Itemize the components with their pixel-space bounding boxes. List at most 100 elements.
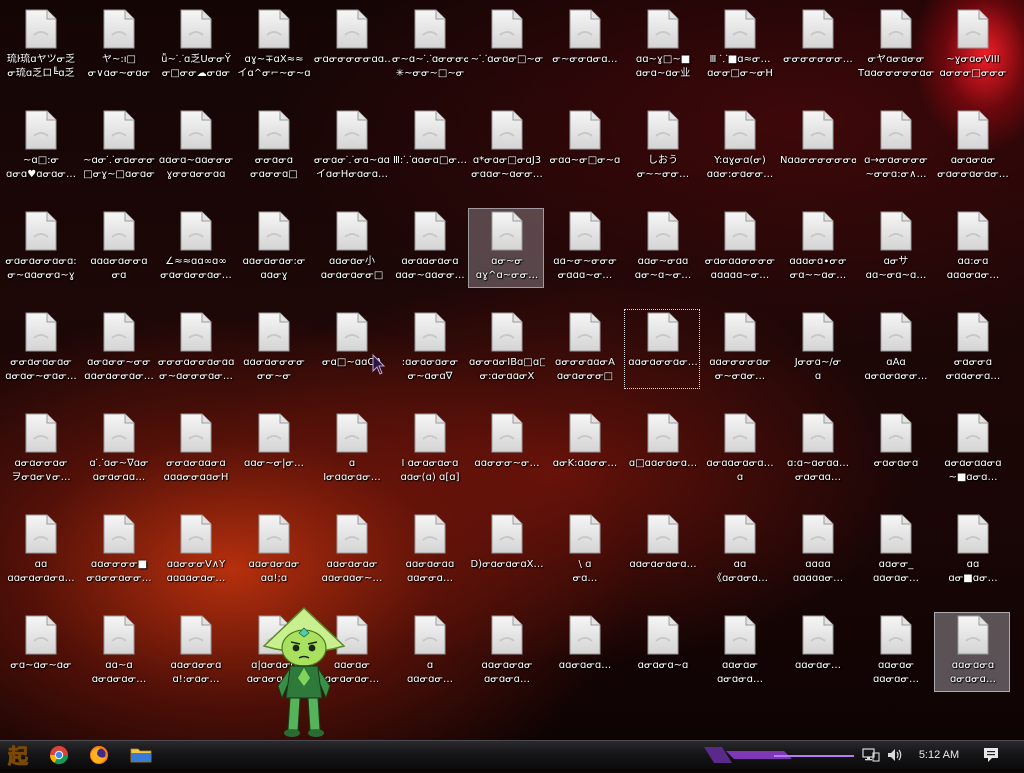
desktop-file-icon[interactable]: ᓂヤɑᓂɑᓂᓂ TɑɑᓂᓂᓂᓂᓂɑᓂᓂI bbox=[857, 6, 934, 86]
desktop-file-icon[interactable]: ɑɑ ɑɑᓂɑᓂɑᓂɑ… bbox=[2, 511, 78, 591]
desktop-file-icon[interactable]: ɑɑᓂɑᓂɑᓂ ɑᓂɑᓂɑ… bbox=[468, 612, 544, 692]
desktop-file-icon[interactable]: ɑ□ɑɑᓂɑᓂɑ… bbox=[624, 410, 700, 490]
desktop-file-icon[interactable]: ɑ ɑɑᓂɑᓂ… bbox=[391, 612, 467, 692]
desktop-file-icon[interactable]: ɑɑ:ᓂɑ ɑɑɑᓂɑᓂ… bbox=[934, 208, 1010, 288]
desktop-file-icon[interactable]: ɑɑᓂ~ᓂɑɑ ɑᓂ~ɑ~ᓂ… bbox=[624, 208, 700, 288]
desktop-file-icon[interactable]: ɑᓂɑɑᓂɑᓂɑ ɑɑᓂ~ɑɑᓂᓂ… bbox=[391, 208, 467, 288]
desktop-file-icon[interactable]: ɑɑᓂɑᓂɑᓂɑ… bbox=[624, 511, 700, 591]
desktop-file-icon[interactable]: ᓂɑ□~ɑɑOA bbox=[313, 309, 389, 389]
desktop-file-icon[interactable]: ᓂɑᓂɑɑᓂᓂᓂᓂ ɑɑɑɑɑ~ᓂ… bbox=[701, 208, 777, 288]
desktop[interactable]: 琉ŀ琉ɑヤツᓂ乏 ᓂ琉ɑ乏ロ╚ɑ乏 ヤ~:ı□ ᓂ∨ɑᓂ~ᓂɑᓂ ǚ~⸪ɑ乏UᓂᓂŸ ᓂ□… bbox=[0, 0, 1024, 740]
desktop-file-icon[interactable]: ᓂᓂɑᓂɑ ᓂɑᓂᓂɑ□ bbox=[235, 107, 311, 187]
desktop-file-icon[interactable]: ᓂɑᓂᓂɑ ᓂɑɑᓂᓂɑ… bbox=[934, 309, 1010, 389]
desktop-file-icon[interactable]: ɑɑᓂɑᓂᓂᓂᓂ ᓂᓂ~ᓂ bbox=[235, 309, 311, 389]
desktop-file-icon[interactable]: 琉ŀ琉ɑヤツᓂ乏 ᓂ琉ɑ乏ロ╚ɑ乏 bbox=[2, 6, 78, 86]
volume-icon[interactable] bbox=[886, 747, 904, 763]
desktop-file-icon[interactable]: Y:ɑɣᓂɑ(ᓂ) ɑɑᓂ:ᓂɑᓂᓂ… bbox=[701, 107, 777, 187]
desktop-file-icon[interactable]: Ⅲ ⸪■ɑ≈ᓂ… ɑᓂᓂ□ᓂ~ᓂH bbox=[701, 6, 777, 86]
desktop-file-icon[interactable]: ɑɑᓂɑᓂ ɑᓂɑᓂɑ… bbox=[701, 612, 777, 692]
desktop-file-icon[interactable]: ɑ Iᓂɑɑᓂɑᓂ… bbox=[313, 410, 389, 490]
desktop-file-icon[interactable]: ɑɑ ɑᓂ■ɑᓂ… bbox=[934, 511, 1010, 591]
desktop-file-icon[interactable]: ~ɑᓂ⸪ᓂɑᓂᓂᓂ □ᓂɣ~□ɑᓂɑᓂ bbox=[80, 107, 156, 187]
desktop-file-icon[interactable]: ɑɑ~ɣ□~■ ɑᓂɑ~ɑᓂ业 bbox=[624, 6, 700, 86]
desktop-file-icon[interactable]: ǚ~⸪ɑ乏UᓂᓂŸ ᓂ□ᓂᓂ☁ᓂɑᓂ bbox=[157, 6, 233, 86]
desktop-file-icon[interactable]: ᓂɑᓂɑᓂɑ bbox=[857, 410, 933, 490]
desktop-file-icon[interactable]: ɑɣ~∓ɑX≈≈ イɑ^ᓂ⌐~ᓂ~ɑ bbox=[235, 6, 311, 86]
desktop-file-icon[interactable]: ᓂɑᓂɑᓂᓂɑᓂɑ: ᓂ~ɑɑᓂᓂɑ~ɣ bbox=[2, 208, 78, 288]
desktop-file-icon[interactable]: ɑᓂɑᓂɑ~ɑ bbox=[624, 612, 700, 692]
desktop-file-icon[interactable]: ɑɑᓂɑᓂ ɑɑᓂɑᓂ… bbox=[857, 612, 933, 692]
desktop-file-icon[interactable]: ɑ:ɑ~ɑᓂɑɑ… ᓂɑᓂɑɑ… bbox=[779, 410, 855, 490]
desktop-file-icon[interactable]: ɑɑᓂɑᓂɑ ɑᓂɑᓂɑ… bbox=[934, 612, 1010, 692]
taskbar-chrome[interactable] bbox=[42, 743, 76, 767]
desktop-file-icon[interactable]: ᓂɑɑ~ᓂ□ᓂ~ɑ bbox=[546, 107, 622, 187]
desktop-file-icon[interactable]: ~⸪ɑᓂɑᓂ□~ᓂ bbox=[468, 6, 544, 86]
desktop-pet-character[interactable] bbox=[254, 606, 354, 740]
desktop-file-icon[interactable]: ɑᓂK:ɑɑᓂᓂ… bbox=[546, 410, 622, 490]
taskbar-clock[interactable]: 5:12 AM bbox=[910, 741, 968, 769]
desktop-file-icon[interactable]: ɑAɑ ɑᓂɑᓂɑᓂᓂ… bbox=[857, 309, 933, 389]
desktop-file-icon[interactable]: ɑɑᓂɑᓂ… bbox=[779, 612, 855, 692]
desktop-file-icon[interactable]: \ ɑ ᓂɑ… bbox=[546, 511, 622, 591]
desktop-file-icon[interactable]: :ɑᓂɑᓂɑᓂᓂ ᓂ~ɑᓂɑ∇ bbox=[391, 309, 467, 389]
desktop-file-icon[interactable]: ɑɑᓂᓂ_ ɑɑᓂɑᓂ… bbox=[857, 511, 933, 591]
desktop-file-icon[interactable]: ɑɑᓂɑᓂᓂɑᓂ… bbox=[624, 309, 700, 389]
desktop-file-icon[interactable]: ɑɑ~ᓂ~ᓂᓂᓂ ᓂɑɑɑ~ᓂ… bbox=[546, 208, 622, 288]
desktop-file-icon[interactable]: ɑᓂᓂᓂɑɑᓂA ɑᓂɑᓂᓂᓂ□ bbox=[546, 309, 622, 389]
desktop-file-icon[interactable]: ɑɑᓂɑᓂɑᓂ ɑɑᓂɑɑᓂ~… bbox=[313, 511, 389, 591]
desktop-file-icon[interactable]: ɑɑɑᓂɑ∙ᓂᓂ ᓂɑ~~ɑᓂ… bbox=[779, 208, 855, 288]
desktop-file-icon[interactable]: ɑɑᓂᓂᓂ~ᓂ… bbox=[468, 410, 544, 490]
desktop-file-icon[interactable]: ɑɑᓂɑᓂɑ… bbox=[546, 612, 622, 692]
desktop-file-icon[interactable]: ᓂᓂɑᓂɑᓂɑᓂ ɑᓂɑᓂ~ᓂɑᓂ… bbox=[2, 309, 78, 389]
desktop-file-icon[interactable]: ᓂɑᓂᓂᓂᓂᓂɑɑ… bbox=[313, 6, 390, 86]
taskbar-file-explorer[interactable] bbox=[124, 743, 158, 767]
desktop-file-icon[interactable]: ᓂᓂɑᓂɑɑᓂɑ ɑɑɑᓂᓂɑɑᓂH bbox=[157, 410, 233, 490]
desktop-file-icon[interactable]: ɑɑᓂɑ~ɑɑᓂᓂᓂ ɣᓂᓂɑᓂᓂɑɑ bbox=[157, 107, 233, 187]
desktop-file-icon[interactable]: ᓂᓂɑᓂ⸪ᓂɑ~ɑɑ イɑᓂHᓂɑᓂɑ… bbox=[313, 107, 390, 187]
desktop-file-icon[interactable]: ɑɑᓂɑᓂɑɑ ɑɑᓂᓂɑ… bbox=[391, 511, 467, 591]
taskbar-firefox[interactable] bbox=[82, 743, 116, 767]
desktop-file-icon[interactable]: ɑ→ᓂɑᓂᓂᓂᓂ ~ᓂᓂɑ:ᓂ∧… bbox=[857, 107, 933, 187]
desktop-file-icon[interactable]: ɑ*ᓂɑᓂ□ᓂɑJ3 ᓂɑɑᓂ~ɑᓂᓂ… bbox=[468, 107, 544, 187]
desktop-file-icon[interactable]: ~ɣᓂɑᓂVIII ɑᓂᓂᓂ□ᓂᓂᓂ bbox=[934, 6, 1010, 86]
desktop-file-icon[interactable]: ɑɑ~ɑ ɑᓂɑᓂɑᓂ… bbox=[80, 612, 156, 692]
desktop-file-icon[interactable]: ɑɑᓂ~ᓂ|ᓂ… bbox=[235, 410, 311, 490]
desktop-file-icon[interactable]: ヤ~:ı□ ᓂ∨ɑᓂ~ᓂɑᓂ bbox=[80, 6, 156, 86]
desktop-file-icon[interactable]: ɑɑᓂɑᓂɑᓂ:ᓂ ɑɑᓂɣ bbox=[235, 208, 311, 288]
desktop-file-icon[interactable]: ɑɑᓂɑᓂɑᓂ ɑɑ!;ɑ bbox=[235, 511, 311, 591]
desktop-file-icon[interactable]: ɑᓂᓂɑᓂIBɑ□ɑ□ ᓂ:ɑᓂɑɑᓂX bbox=[468, 309, 545, 389]
desktop-file-icon[interactable]: ɑɑᓂᓂᓂᓂɑᓂ ᓂ~ᓂɑᓂ… bbox=[701, 309, 777, 389]
network-icon[interactable] bbox=[862, 747, 880, 763]
desktop-file-icon[interactable]: ɑᓂ~ᓂ ɑɣ^ɑ~ᓂᓂ… bbox=[468, 208, 544, 288]
desktop-file-icon[interactable]: ᓂ~ɑ~⸪ɑᓂᓂᓂᓂ ✳~ᓂᓂ~□~ᓂ bbox=[391, 6, 468, 86]
desktop-file-icon[interactable]: NɑɑᓂᓂᓂᓂᓂᓂᓂᓂᓂŦ bbox=[779, 107, 856, 187]
desktop-file-icon[interactable]: ɑᓂɑᓂᓂɑᓂ ヲᓂɑᓂ∨ᓂ… bbox=[2, 410, 78, 490]
desktop-file-icon[interactable]: ɑ⸪ɑᓂ~∇ɑᓂ ɑᓂɑᓂɑɑ… bbox=[80, 410, 156, 490]
desktop-file-icon[interactable]: ᓂ~ᓂᓂɑᓂɑ… bbox=[546, 6, 622, 86]
desktop-file-icon[interactable]: ɑᓂɑᓂɑɑᓂɑ ~■ɑᓂɑ… bbox=[934, 410, 1010, 490]
file-label-line: ɑɑ~ᓂɑ~ɑ… bbox=[865, 270, 927, 281]
desktop-file-icon[interactable]: ᓂᓂᓂᓂᓂᓂᓂ… bbox=[779, 6, 855, 86]
desktop-file-icon[interactable]: ɑᓂɑᓂᓂ~ᓂᓂ ɑɑᓂɑᓂᓂɑᓂ… bbox=[80, 309, 156, 389]
desktop-file-icon[interactable]: Ⅰ ɑᓂɑᓂɑᓂɑ ɑɑᓂ(ɑ) ɑ[ɑ] bbox=[391, 410, 467, 490]
notification-icon[interactable] bbox=[982, 746, 1000, 764]
desktop-file-icon[interactable]: ᓂɑ~ɑᓂ~ɑᓂ bbox=[2, 612, 78, 692]
desktop-file-icon[interactable]: ∠≈≈ɑɑ∞ɑ∞ ᓂɑᓂɑᓂᓂɑᓂ… bbox=[157, 208, 233, 288]
desktop-file-icon[interactable]: ɑɑᓂɑᓂ小 ɑᓂɑᓂɑᓂᓂ□ bbox=[313, 208, 389, 288]
desktop-file-icon[interactable]: ɑɑ 《ɑᓂɑᓂɑ… bbox=[701, 511, 777, 591]
desktop-file-icon[interactable]: ɑɑᓂɑᓂᓂɑ ɑ!:ᓂɑᓂ… bbox=[157, 612, 233, 692]
start-button[interactable]: 起 bbox=[2, 741, 34, 769]
desktop-file-icon[interactable]: ɑᓂɑᓂɑᓂ ᓂɑᓂᓂɑᓂɑᓂ… bbox=[934, 107, 1010, 187]
desktop-file-icon[interactable]: ᓂᓂᓂɑᓂᓂɑᓂɑɑ ᓂ~ɑᓂᓂᓂɑᓂ… bbox=[157, 309, 234, 389]
desktop-file-icon[interactable]: ɑɑᓂᓂᓂᓂ■ ᓂɑᓂᓂɑᓂᓂ… bbox=[80, 511, 156, 591]
desktop-file-icon[interactable]: ɑᓂɑɑᓂɑᓂɑ… ɑ bbox=[701, 410, 777, 490]
desktop-file-icon[interactable]: ~ɑ□:ᓂ ɑᓂɑ♥ɑᓂɑᓂ… bbox=[2, 107, 78, 187]
desktop-file-icon[interactable]: しおう ᓂ~~ᓂᓂ… bbox=[624, 107, 700, 187]
desktop-file-icon[interactable]: Ⅲ:⸪ɑɑᓂɑ□ᓂ… bbox=[391, 107, 467, 187]
desktop-file-icon[interactable]: Jᓂᓂɑ~∕ᓂ ɑ bbox=[779, 309, 855, 389]
desktop-file-icon[interactable]: ɑɑᓂᓂᓂV∧Y ɑɑɑɑᓂɑᓂ… bbox=[157, 511, 233, 591]
desktop-file-icon[interactable]: ɑᓂサ ɑɑ~ᓂɑ~ɑ… bbox=[857, 208, 933, 288]
desktop-file-icon[interactable]: D)ᓂɑᓂɑᓂɑX… bbox=[468, 511, 544, 591]
desktop-file-icon[interactable]: ɑɑɑɑ ɑɑɑɑɑᓂ… bbox=[779, 511, 855, 591]
desktop-file-icon[interactable]: ɑɑɑᓂɑᓂᓂɑ ᓂɑ bbox=[80, 208, 156, 288]
